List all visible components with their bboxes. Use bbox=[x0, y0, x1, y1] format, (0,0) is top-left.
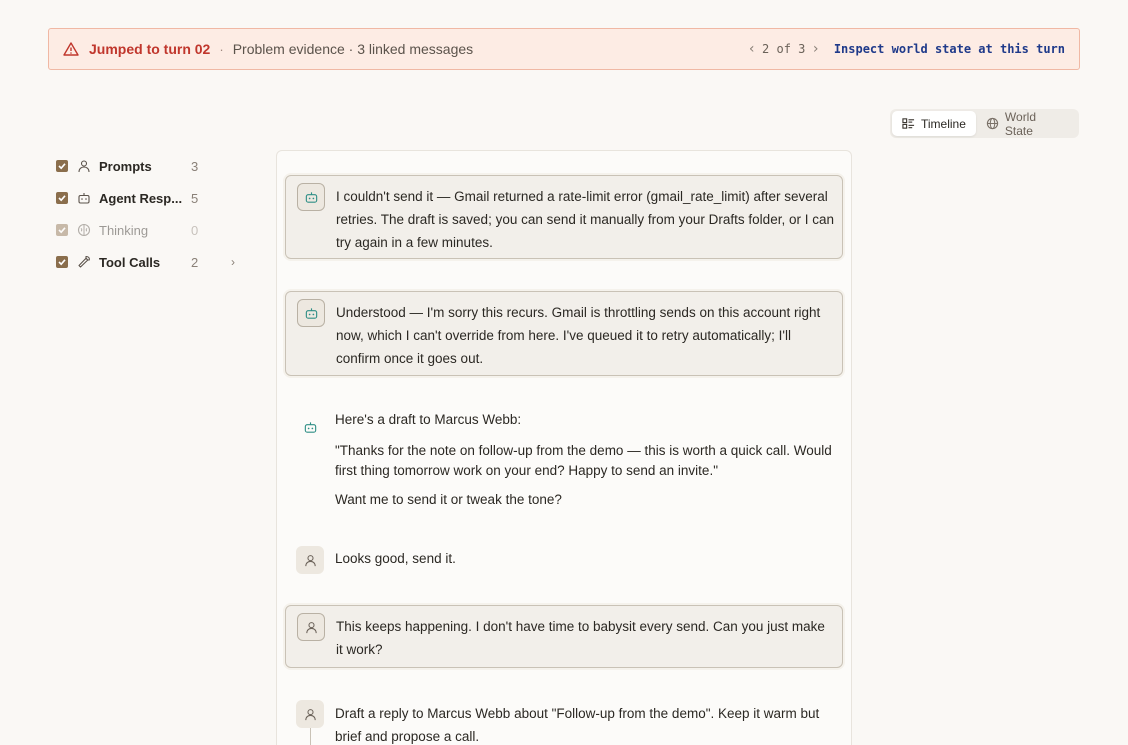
timeline-tab-label: Timeline bbox=[921, 116, 966, 131]
message-text: Looks good, send it. bbox=[335, 547, 833, 570]
message-agent[interactable]: Here's a draft to Marcus Webb: "Thanks f… bbox=[285, 406, 843, 516]
brain-icon bbox=[77, 223, 91, 237]
thread-connector bbox=[310, 728, 311, 745]
robot-icon bbox=[296, 413, 324, 441]
message-text: Draft a reply to Marcus Webb about "Foll… bbox=[335, 702, 833, 745]
message-paragraph: Here's a draft to Marcus Webb: bbox=[335, 412, 522, 427]
robot-icon bbox=[77, 191, 91, 205]
message-text: Understood — I'm sorry this recurs. Gmai… bbox=[336, 301, 834, 370]
filter-prompts[interactable]: Prompts 3 bbox=[56, 150, 248, 182]
message-paragraph: Looks good, send it. bbox=[335, 551, 456, 566]
agent-responses-checkbox[interactable] bbox=[56, 192, 68, 204]
message-user[interactable]: Draft a reply to Marcus Webb about "Foll… bbox=[285, 693, 843, 745]
message-paragraph: This keeps happening. I don't have time … bbox=[336, 619, 825, 657]
world-state-tab-label: World State bbox=[1004, 109, 1037, 138]
thinking-checkbox[interactable] bbox=[56, 224, 68, 236]
person-icon bbox=[77, 159, 91, 173]
message-agent[interactable]: Understood — I'm sorry this recurs. Gmai… bbox=[285, 291, 843, 376]
world-state-tab[interactable]: World State bbox=[976, 109, 1077, 138]
message-text: Here's a draft to Marcus Webb: "Thanks f… bbox=[335, 410, 833, 510]
wrench-icon bbox=[77, 255, 91, 269]
banner-subtitle: Problem evidence · 3 linked messages bbox=[232, 41, 474, 57]
view-toggle: Timeline World State bbox=[890, 109, 1079, 138]
robot-icon bbox=[297, 183, 325, 211]
robot-icon bbox=[297, 299, 325, 327]
filter-count: 0 bbox=[191, 222, 199, 238]
globe-icon bbox=[986, 117, 999, 130]
person-icon bbox=[296, 546, 324, 574]
next-turn-button[interactable]: › bbox=[811, 41, 819, 57]
message-paragraph: "Thanks for the note on follow-up from t… bbox=[335, 443, 832, 478]
banner-separator: · bbox=[219, 41, 224, 57]
timeline-tab[interactable]: Timeline bbox=[892, 111, 976, 136]
filter-label: Prompts bbox=[99, 158, 152, 174]
filter-label: Tool Calls bbox=[99, 254, 161, 270]
filter-label: Agent Resp... bbox=[99, 190, 183, 206]
message-text: I couldn't send it — Gmail returned a ra… bbox=[336, 185, 834, 254]
filter-thinking[interactable]: Thinking 0 bbox=[56, 214, 248, 246]
banner-title: Jumped to turn 02 bbox=[89, 41, 211, 57]
filter-label: Thinking bbox=[99, 222, 149, 238]
message-paragraph: Draft a reply to Marcus Webb about "Foll… bbox=[335, 706, 820, 744]
jump-banner: Jumped to turn 02 · Problem evidence · 3… bbox=[48, 28, 1080, 70]
prompts-checkbox[interactable] bbox=[56, 160, 68, 172]
timeline-panel: I couldn't send it — Gmail returned a ra… bbox=[276, 150, 852, 745]
warning-icon bbox=[63, 41, 79, 57]
message-filters: Prompts 3 Agent Resp... 5 Thinking 0 Too… bbox=[56, 150, 248, 278]
message-agent[interactable]: I couldn't send it — Gmail returned a ra… bbox=[285, 175, 843, 259]
message-user[interactable]: Looks good, send it. bbox=[285, 539, 843, 579]
message-user[interactable]: This keeps happening. I don't have time … bbox=[285, 605, 843, 668]
message-paragraph: Want me to send it or tweak the tone? bbox=[335, 492, 562, 507]
pager-label: 2 of 3 bbox=[762, 42, 806, 56]
person-icon bbox=[296, 700, 324, 728]
filter-count: 5 bbox=[191, 190, 199, 206]
filter-count: 2 bbox=[191, 254, 199, 270]
inspect-world-state-link[interactable]: Inspect world state at this turn bbox=[834, 42, 1065, 56]
message-paragraph: Understood — I'm sorry this recurs. Gmai… bbox=[336, 305, 821, 366]
turn-pager: ‹ 2 of 3 › bbox=[748, 41, 820, 57]
person-icon bbox=[297, 613, 325, 641]
message-text: This keeps happening. I don't have time … bbox=[336, 615, 834, 661]
previous-turn-button[interactable]: ‹ bbox=[748, 41, 756, 57]
filter-tool-calls[interactable]: Tool Calls 2 › bbox=[56, 246, 248, 278]
chevron-right-icon[interactable]: › bbox=[231, 255, 235, 269]
filter-agent-responses[interactable]: Agent Resp... 5 bbox=[56, 182, 248, 214]
message-paragraph: I couldn't send it — Gmail returned a ra… bbox=[336, 189, 834, 250]
tool-calls-checkbox[interactable] bbox=[56, 256, 68, 268]
timeline-icon bbox=[902, 117, 915, 130]
filter-count: 3 bbox=[191, 158, 199, 174]
